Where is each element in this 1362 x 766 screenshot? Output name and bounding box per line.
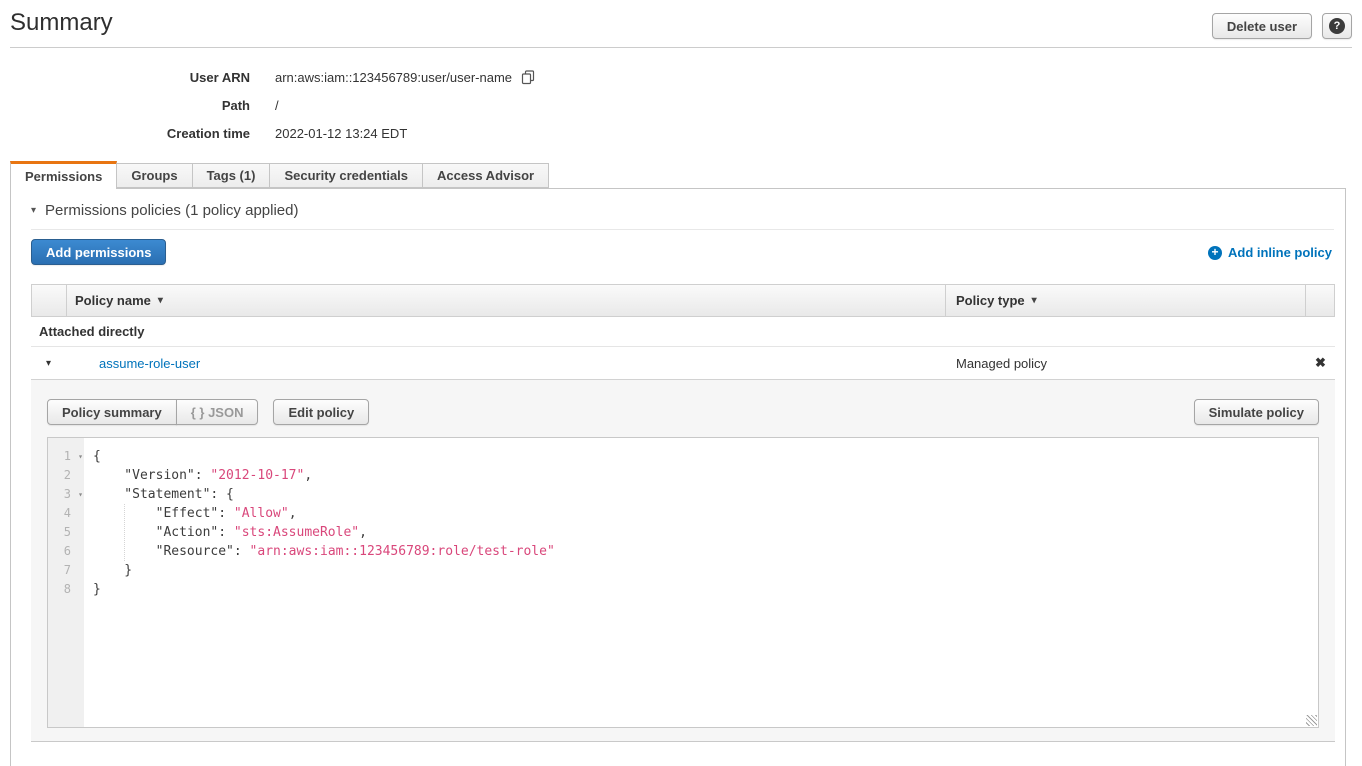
gutter-line-number: 2 xyxy=(48,466,84,485)
sort-caret-icon: ▾ xyxy=(1032,295,1037,306)
policy-type-cell: Managed policy xyxy=(946,356,1306,371)
section-divider xyxy=(31,229,1334,230)
page-title: Summary xyxy=(10,9,113,37)
delete-user-button[interactable]: Delete user xyxy=(1212,13,1312,39)
user-arn-label: User ARN xyxy=(0,70,250,85)
policy-row: ▾ assume-role-user Managed policy ✖ xyxy=(31,347,1335,379)
gutter-line-number: 6 xyxy=(48,542,84,561)
header-caret-column xyxy=(32,285,67,316)
copy-icon[interactable] xyxy=(521,70,536,85)
permissions-policies-heading: Permissions policies (1 policy applied) xyxy=(45,202,298,219)
editor-code-area[interactable]: { "Version": "2012-10-17", "Statement": … xyxy=(84,438,1318,727)
json-code-editor[interactable]: 1▾23▾45678 { "Version": "2012-10-17", "S… xyxy=(47,437,1319,728)
creation-time-value: 2022-01-12 13:24 EDT xyxy=(275,126,407,141)
user-details: User ARN arn:aws:iam::123456789:user/use… xyxy=(0,63,536,147)
policy-detail-toolbar: Policy summary { } JSON Edit policy Simu… xyxy=(47,399,1319,425)
detail-row-path: Path / xyxy=(0,91,536,119)
add-inline-policy-link[interactable]: + Add inline policy xyxy=(1208,245,1332,260)
tab-access-advisor[interactable]: Access Advisor xyxy=(422,163,549,188)
path-value: / xyxy=(275,98,279,113)
add-inline-policy-label: Add inline policy xyxy=(1228,245,1332,260)
section-collapse-icon: ▾ xyxy=(31,205,36,216)
code-line: "Resource": "arn:aws:iam::123456789:role… xyxy=(93,542,1318,561)
gutter-line-number: 5 xyxy=(48,523,84,542)
gutter-line-number: 1▾ xyxy=(48,447,84,466)
code-line: } xyxy=(93,561,1318,580)
gutter-line-number: 7 xyxy=(48,561,84,580)
code-line: "Action": "sts:AssumeRole", xyxy=(93,523,1318,542)
fold-caret-icon[interactable]: ▾ xyxy=(78,485,83,504)
code-line: { xyxy=(93,447,1318,466)
policy-table: Policy name ▾ Policy type ▾ Attached dir… xyxy=(31,284,1335,742)
simulate-policy-button[interactable]: Simulate policy xyxy=(1194,399,1319,425)
iam-user-summary-page: Summary Delete user ? User ARN arn:aws:i… xyxy=(0,0,1362,766)
policy-summary-button[interactable]: Policy summary xyxy=(47,399,177,425)
detail-row-creation-time: Creation time 2022-01-12 13:24 EDT xyxy=(0,119,536,147)
column-header-policy-type[interactable]: Policy type ▾ xyxy=(945,285,1305,316)
policy-name-cell: assume-role-user xyxy=(66,356,946,371)
header-actions-column xyxy=(1305,285,1334,316)
code-line: } xyxy=(93,580,1318,599)
add-permissions-button[interactable]: Add permissions xyxy=(31,239,166,265)
group-row-attached-directly: Attached directly xyxy=(31,317,1335,347)
row-expand-caret-icon[interactable]: ▾ xyxy=(31,358,66,369)
editor-gutter: 1▾23▾45678 xyxy=(48,438,84,727)
tab-permissions[interactable]: Permissions xyxy=(10,161,117,189)
sort-caret-icon: ▾ xyxy=(158,295,163,306)
detach-policy-icon[interactable]: ✖ xyxy=(1306,355,1335,371)
help-icon: ? xyxy=(1329,18,1345,34)
column-header-policy-name[interactable]: Policy name ▾ xyxy=(67,285,945,316)
code-line: "Statement": { xyxy=(93,485,1318,504)
gutter-line-number: 3▾ xyxy=(48,485,84,504)
detail-row-user-arn: User ARN arn:aws:iam::123456789:user/use… xyxy=(0,63,536,91)
tab-bar: Permissions Groups Tags (1) Security cre… xyxy=(10,161,549,188)
editor-resize-handle[interactable] xyxy=(1306,715,1317,726)
json-braces-icon: { } xyxy=(191,405,205,420)
fold-caret-icon[interactable]: ▾ xyxy=(78,447,83,466)
permissions-tab-panel: ▾ Permissions policies (1 policy applied… xyxy=(10,188,1346,766)
page-header: Summary Delete user ? xyxy=(10,0,1352,48)
indent-guide xyxy=(124,504,125,561)
tab-tags[interactable]: Tags (1) xyxy=(192,163,271,188)
gutter-line-number: 8 xyxy=(48,580,84,599)
user-arn-value: arn:aws:iam::123456789:user/user-name xyxy=(275,70,512,85)
header-actions: Delete user ? xyxy=(1212,13,1352,39)
code-line: "Version": "2012-10-17", xyxy=(93,466,1318,485)
help-button[interactable]: ? xyxy=(1322,13,1352,39)
permissions-policies-section-toggle[interactable]: ▾ Permissions policies (1 policy applied… xyxy=(31,202,298,219)
creation-time-label: Creation time xyxy=(0,126,250,141)
policy-table-header: Policy name ▾ Policy type ▾ xyxy=(31,284,1335,317)
plus-icon: + xyxy=(1208,246,1222,260)
code-line: "Effect": "Allow", xyxy=(93,504,1318,523)
gutter-line-number: 4 xyxy=(48,504,84,523)
json-button[interactable]: { } JSON xyxy=(176,399,259,425)
policy-name-link[interactable]: assume-role-user xyxy=(99,356,200,371)
policy-detail-panel: Policy summary { } JSON Edit policy Simu… xyxy=(31,379,1335,742)
edit-policy-button[interactable]: Edit policy xyxy=(273,399,369,425)
path-label: Path xyxy=(0,98,250,113)
tab-groups[interactable]: Groups xyxy=(116,163,192,188)
tab-security-credentials[interactable]: Security credentials xyxy=(269,163,423,188)
